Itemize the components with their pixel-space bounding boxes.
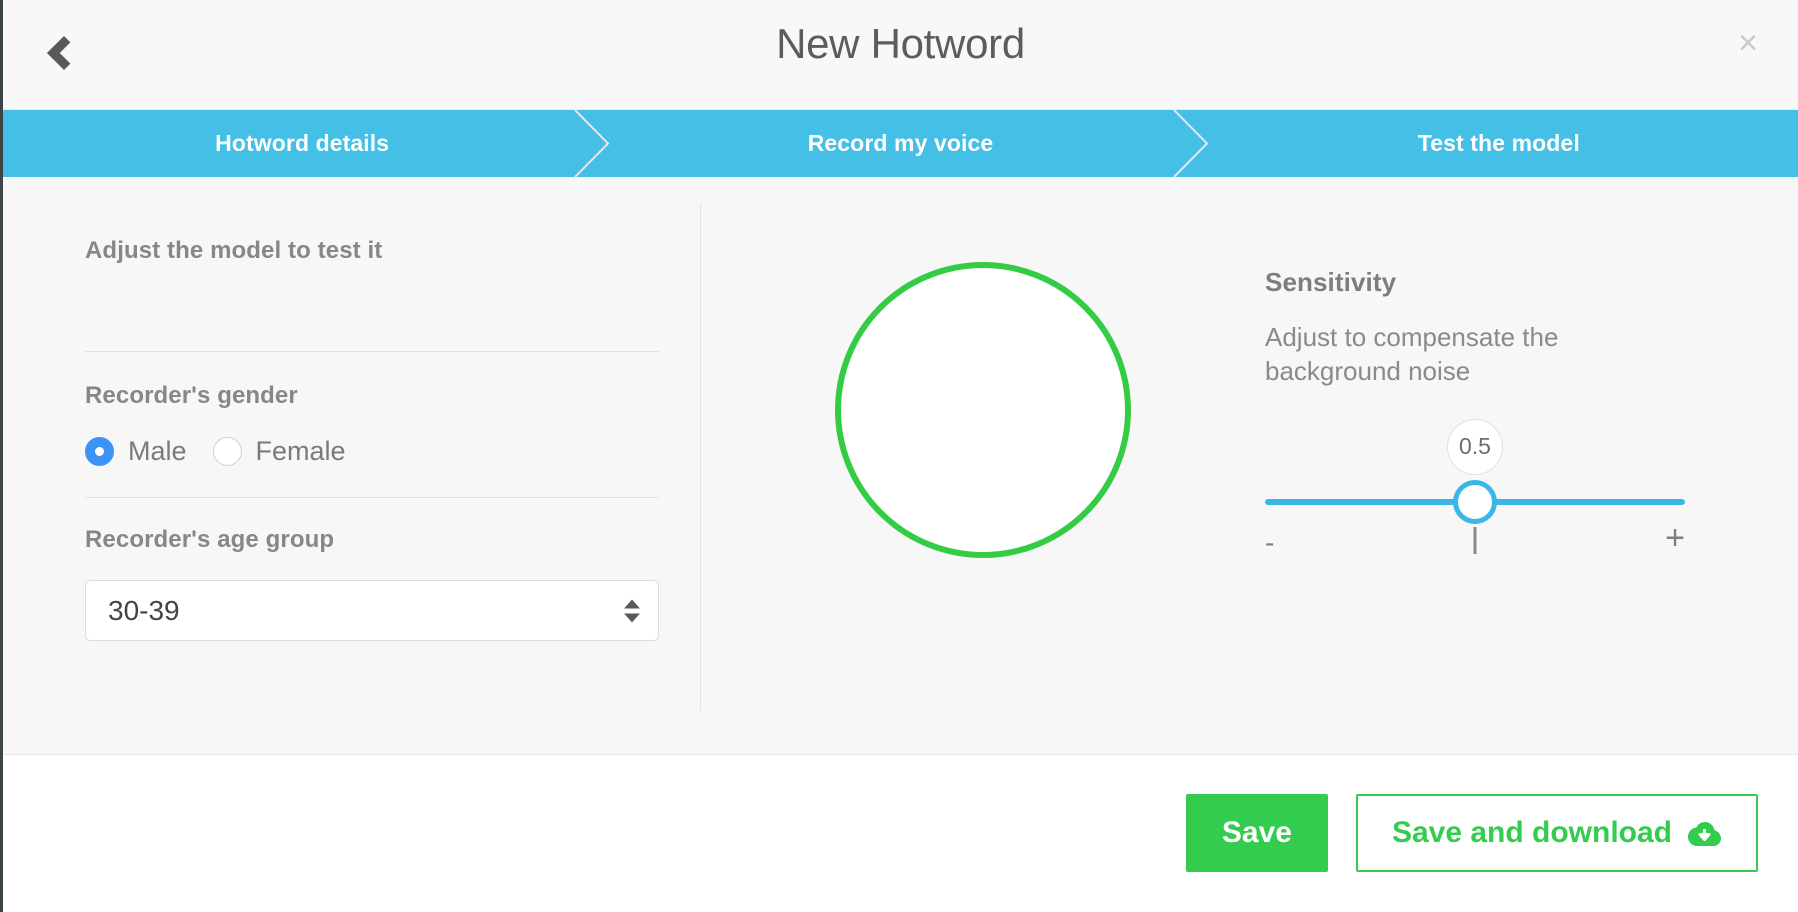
slider-decrease-label[interactable]: -: [1265, 528, 1274, 557]
sensitivity-slider[interactable]: 0.5 - +: [1265, 418, 1685, 556]
tab-label: Test the model: [1417, 130, 1580, 156]
settings-pane: Adjust the model to test it Recorder's g…: [3, 177, 701, 754]
age-group-value: 30-39: [108, 594, 180, 626]
radio-option-female[interactable]: Female: [212, 436, 346, 467]
voice-level-circle-icon: [835, 262, 1131, 558]
sensitivity-title: Sensitivity: [1265, 267, 1397, 297]
page-title: New Hotword: [776, 20, 1025, 67]
sensitivity-block: Sensitivity Adjust to compensate the bac…: [1265, 267, 1685, 556]
triangle-up-icon: [624, 599, 640, 608]
gender-radio-group: Male Female: [85, 436, 700, 467]
sensitivity-description: Adjust to compensate the background nois…: [1265, 322, 1559, 387]
divider: [85, 351, 659, 352]
gender-label: Recorder's gender: [85, 382, 298, 409]
save-and-download-button[interactable]: Save and download: [1355, 793, 1758, 872]
stepper-arrows[interactable]: [624, 599, 640, 622]
new-hotword-modal: New Hotword × Hotword details Record my …: [0, 0, 1798, 912]
modal-body: Adjust the model to test it Recorder's g…: [3, 177, 1798, 755]
triangle-down-icon: [624, 613, 640, 622]
save-and-download-label: Save and download: [1391, 815, 1672, 849]
slider-thumb[interactable]: [1453, 479, 1497, 524]
test-pane: Sensitivity Adjust to compensate the bac…: [700, 177, 1798, 754]
tab-label: Hotword details: [215, 130, 390, 156]
radio-indicator: [212, 437, 242, 466]
tab-label: Record my voice: [807, 130, 994, 156]
divider: [85, 497, 659, 498]
radio-label: Female: [255, 436, 346, 466]
step-nav: Hotword details Record my voice Test the…: [3, 110, 1798, 177]
save-button[interactable]: Save: [1185, 793, 1328, 872]
sensitivity-value: 0.5: [1447, 418, 1503, 475]
radio-label: Male: [128, 436, 187, 466]
radio-indicator: [85, 437, 114, 466]
radio-option-male[interactable]: Male: [85, 436, 187, 467]
age-group-select[interactable]: 30-39: [85, 580, 659, 641]
tab-record-my-voice[interactable]: Record my voice: [601, 110, 1209, 177]
tab-hotword-details[interactable]: Hotword details: [3, 110, 610, 177]
close-icon[interactable]: ×: [1738, 26, 1758, 60]
slider-increase-label[interactable]: +: [1665, 521, 1685, 555]
modal-header: New Hotword ×: [3, 0, 1798, 110]
age-group-label: Recorder's age group: [85, 526, 335, 553]
section-title: Adjust the model to test it: [85, 237, 383, 264]
tab-test-the-model[interactable]: Test the model: [1200, 110, 1798, 177]
slider-center-tick: [1473, 526, 1477, 554]
modal-footer: Save Save and download: [3, 755, 1798, 910]
cloud-download-icon: [1688, 821, 1721, 846]
